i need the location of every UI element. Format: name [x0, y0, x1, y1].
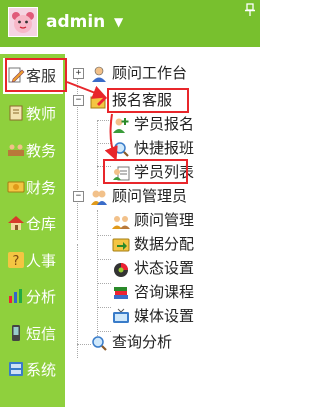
house-icon	[7, 214, 25, 232]
tree-guide-line	[97, 120, 111, 121]
sidebar-item-teacher[interactable]: 教师	[3, 96, 63, 132]
tree-node-label: 媒体设置	[134, 307, 195, 325]
tree-guide-line	[77, 344, 91, 345]
sidebar-item-label: 仓库	[26, 215, 57, 233]
tree-node-label: 顾问工作台	[112, 64, 188, 82]
pencil-edit-icon	[7, 66, 25, 84]
collapse-toggle[interactable]: −	[73, 191, 84, 202]
tree-node-label: 报名客服	[112, 91, 173, 109]
tree-guide-line	[97, 307, 111, 308]
tree-node-label: 顾问管理员	[112, 187, 188, 205]
data-distribution-icon	[112, 236, 130, 254]
quick-search-icon	[112, 140, 130, 158]
module-sidebar: 客服 教师 教务 财务 仓库 ? 人事 分析 短信 系统	[0, 54, 65, 407]
system-settings-icon	[7, 360, 25, 378]
avatar[interactable]	[8, 7, 38, 37]
tree-node-label: 数据分配	[134, 235, 195, 253]
sidebar-item-label: 客服	[26, 67, 57, 85]
student-list-icon	[112, 164, 130, 182]
sidebar-item-label: 教务	[26, 142, 57, 160]
username: admin	[46, 12, 106, 32]
tree-guide-line	[97, 331, 111, 332]
people-manage-icon	[112, 212, 130, 230]
tree-guide-line	[97, 143, 111, 144]
sidebar-item-hr[interactable]: ? 人事	[3, 243, 63, 279]
consultant-icon	[90, 65, 108, 83]
sidebar-item-label: 短信	[26, 325, 57, 343]
tree-guide-line	[97, 235, 111, 236]
nav-tree: + − − 顾问工作台 报名客服 学员报名 快捷报班 学员列表 顾问管理员 顾问…	[65, 54, 260, 407]
edit-folder-icon	[90, 92, 108, 110]
tree-node-label: 学员列表	[134, 163, 195, 181]
book-icon	[7, 104, 25, 122]
admin-group-icon	[90, 188, 108, 206]
student-add-icon	[112, 116, 130, 134]
tree-guide-line	[97, 210, 98, 336]
sidebar-item-label: 系统	[26, 361, 57, 379]
sidebar-item-finance[interactable]: 财务	[3, 170, 63, 206]
mobile-phone-icon	[7, 324, 25, 342]
sidebar-item-label: 教师	[26, 105, 57, 123]
pin-icon[interactable]	[244, 2, 256, 16]
tv-media-icon	[112, 308, 130, 326]
tree-guide-line	[97, 259, 111, 260]
svg-text:?: ?	[13, 254, 20, 269]
sidebar-item-analysis[interactable]: 分析	[3, 279, 63, 315]
sidebar-item-label: 财务	[26, 179, 57, 197]
money-icon	[7, 178, 25, 196]
tree-guide-line	[97, 166, 111, 167]
group-icon	[7, 141, 25, 159]
tree-node-label: 状态设置	[134, 259, 195, 277]
books-course-icon	[112, 284, 130, 302]
user-dropdown-icon[interactable]: ▼	[114, 14, 123, 30]
tree-node-label: 查询分析	[112, 333, 173, 351]
status-setting-icon	[112, 260, 130, 278]
sidebar-item-customer-service[interactable]: 客服	[3, 58, 63, 94]
bar-chart-icon	[7, 287, 25, 305]
tree-node-label: 快捷报班	[134, 139, 195, 157]
tree-guide-line	[97, 283, 111, 284]
sidebar-item-label: 人事	[26, 252, 57, 270]
collapse-toggle[interactable]: −	[73, 95, 84, 106]
sidebar-item-academic[interactable]: 教务	[3, 133, 63, 169]
tree-guide-line	[77, 244, 78, 358]
sidebar-item-warehouse[interactable]: 仓库	[3, 206, 63, 242]
tree-node-label: 咨询课程	[134, 283, 195, 301]
magnifier-icon	[90, 334, 108, 352]
tree-guide-line	[97, 120, 98, 186]
expand-toggle[interactable]: +	[73, 68, 84, 79]
top-header: admin ▼	[0, 0, 260, 47]
tree-node-label: 学员报名	[134, 115, 195, 133]
tree-node-label: 顾问管理	[134, 211, 195, 229]
sidebar-item-system[interactable]: 系统	[3, 352, 63, 388]
sidebar-item-sms[interactable]: 短信	[3, 316, 63, 352]
sidebar-item-label: 分析	[26, 288, 57, 306]
person-icon: ?	[7, 251, 25, 269]
